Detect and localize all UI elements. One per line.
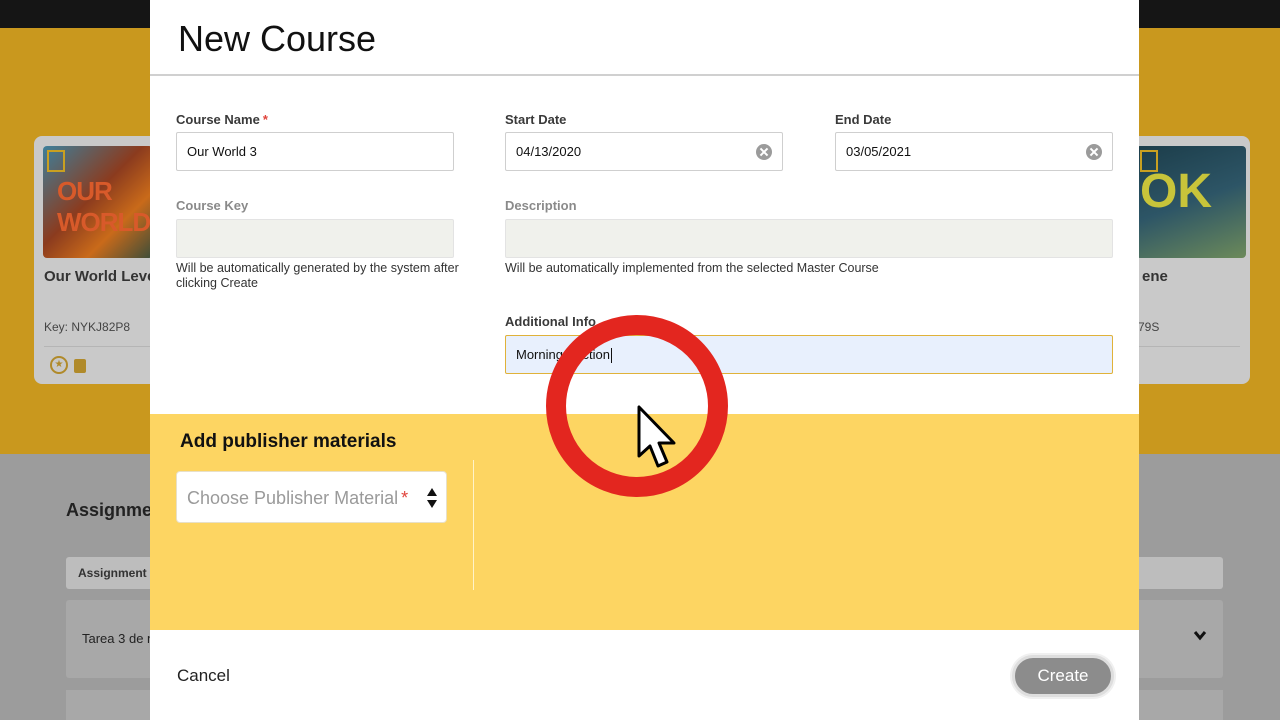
course-name-label: Course Name * bbox=[176, 112, 268, 127]
course-name-label-text: Course Name bbox=[176, 112, 260, 127]
end-date-input[interactable]: 03/05/2021 bbox=[835, 132, 1113, 171]
placeholder-text: Choose Publisher Material bbox=[187, 488, 399, 508]
cancel-button[interactable]: Cancel bbox=[177, 666, 230, 686]
course-key-help: Will be automatically generated by the s… bbox=[176, 261, 459, 290]
card-icons: ★ bbox=[50, 356, 86, 374]
additional-info-label: Additional Info bbox=[505, 314, 596, 329]
course-cover-image: OUR WORLD bbox=[43, 146, 153, 258]
description-label: Description bbox=[505, 198, 577, 213]
mouse-pointer-icon bbox=[637, 405, 676, 468]
course-key-input bbox=[176, 219, 454, 258]
description-input bbox=[505, 219, 1113, 258]
publisher-material-select[interactable]: Choose Publisher Material * bbox=[176, 471, 447, 523]
course-key-label: Course Key bbox=[176, 198, 249, 213]
assignments-heading: Assignme bbox=[66, 500, 153, 520]
course-card-key: Key: NYKJ82P8 bbox=[44, 320, 131, 334]
course-card-key: 79S bbox=[1138, 320, 1160, 334]
dialog-title: New Course bbox=[178, 18, 377, 59]
natgeo-logo-icon bbox=[47, 150, 65, 172]
required-mark: * bbox=[401, 488, 409, 508]
cover-title: OK bbox=[1140, 165, 1212, 218]
start-date-label: Start Date bbox=[505, 112, 567, 127]
course-card-title: ene bbox=[1142, 268, 1168, 285]
lock-icon bbox=[74, 359, 86, 373]
cover-title: OUR WORLD bbox=[57, 176, 151, 237]
publisher-section-title: Add publisher materials bbox=[180, 431, 397, 452]
description-help: Will be automatically implemented from t… bbox=[505, 261, 879, 275]
end-date-label: End Date bbox=[835, 112, 892, 127]
course-cover-image: OK bbox=[1136, 146, 1246, 258]
create-button[interactable]: Create bbox=[1012, 655, 1114, 697]
dialog-header: New Course bbox=[150, 0, 1139, 76]
clear-icon[interactable] bbox=[756, 144, 772, 160]
sort-arrows-icon bbox=[427, 488, 437, 508]
star-icon: ★ bbox=[50, 356, 68, 374]
course-name-value: Our World 3 bbox=[187, 144, 257, 159]
column-header-assignment: Assignment n bbox=[78, 566, 158, 580]
course-card-title: Our World Leve bbox=[44, 268, 156, 285]
section-divider bbox=[473, 460, 474, 590]
required-mark: * bbox=[262, 112, 268, 127]
course-name-input[interactable]: Our World 3 bbox=[176, 132, 454, 171]
assignment-name: Tarea 3 de n bbox=[82, 631, 155, 646]
clear-icon[interactable] bbox=[1086, 144, 1102, 160]
chevron-down-icon bbox=[1193, 631, 1207, 641]
publisher-select-placeholder: Choose Publisher Material * bbox=[187, 488, 408, 509]
dialog-footer: Cancel Create bbox=[150, 630, 1139, 720]
start-date-value: 04/13/2020 bbox=[516, 144, 582, 159]
start-date-input[interactable]: 04/13/2020 bbox=[505, 132, 783, 171]
end-date-value: 03/05/2021 bbox=[846, 144, 912, 159]
